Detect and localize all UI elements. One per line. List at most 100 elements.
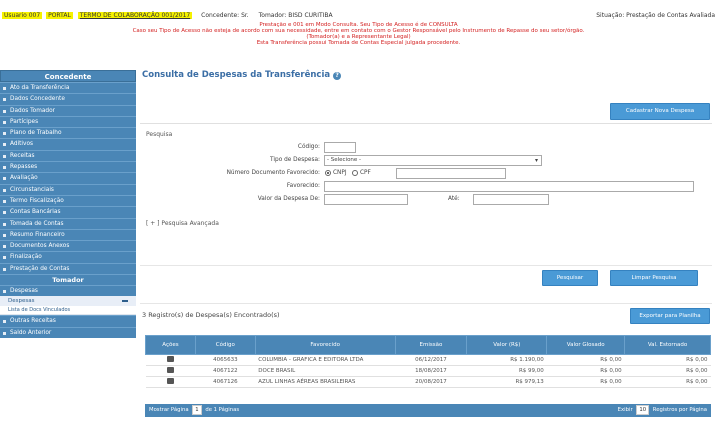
user-badge: Usuario 007 (2, 12, 43, 19)
sidebar-item[interactable]: Resumo Financeiro (0, 228, 136, 241)
cell-estornado: R$ 0,00 (624, 354, 711, 366)
cell-valor: R$ 1.190,00 (466, 354, 547, 366)
valor-to-input[interactable] (473, 194, 549, 205)
col-glosado[interactable]: Valor Glosado (546, 335, 626, 355)
per-page-select[interactable]: 10 (636, 405, 650, 415)
col-valor[interactable]: Valor (R$) (466, 335, 548, 355)
page-select[interactable]: 1 (192, 405, 202, 415)
cnpj-radio[interactable] (325, 170, 331, 176)
numero-label: Número Documento Favorecido: (226, 170, 320, 176)
view-document-icon[interactable] (166, 356, 174, 362)
sidebar-subitem-label: Despesas (8, 298, 35, 305)
sidebar-item[interactable]: Dados Concedente (0, 93, 136, 105)
field-row-valor: Valor da Despesa De: Até: (140, 194, 712, 205)
cell-codigo: 4067122 (195, 365, 256, 377)
sidebar-subitem-despesas[interactable]: Despesas (0, 296, 136, 307)
sidebar-item[interactable]: Repasses (0, 161, 136, 173)
row-actions-cell (145, 365, 196, 377)
cell-glosado: R$ 0,00 (546, 354, 625, 366)
show-page-label: Mostrar Página (149, 407, 189, 413)
sidebar-item[interactable]: Aditivos (0, 138, 136, 150)
cell-emissao: 18/08/2017 (395, 365, 467, 377)
new-expense-button[interactable]: Cadastrar Nova Despesa (610, 103, 710, 120)
valor-label: Valor da Despesa De: (257, 196, 320, 202)
cell-favorecido: DOCE BRASIL (255, 365, 396, 377)
cell-valor: R$ 99,00 (466, 365, 547, 377)
col-emissao[interactable]: Emissão (394, 335, 468, 355)
row-actions-cell (145, 354, 196, 366)
col-favorecido[interactable]: Favorecido (254, 335, 396, 355)
sidebar-item[interactable]: Dados Tomador (0, 104, 136, 116)
top-header: Usuario 007 PORTAL TERMO DE COLABORAÇÃO … (0, 0, 717, 48)
expenses-table: Ações Código Favorecido Emissão Valor (R… (145, 335, 711, 388)
sidebar-item-outras-receitas[interactable]: Outras Receitas (0, 315, 136, 327)
row-actions-cell (145, 376, 196, 388)
cell-codigo: 4065633 (195, 354, 256, 366)
favorecido-input[interactable] (324, 181, 694, 192)
sidebar-item[interactable]: Receitas (0, 149, 136, 162)
col-acoes: Ações (145, 335, 196, 355)
main-content: Consulta de Despesas da Transferência? C… (140, 70, 712, 423)
field-row-numero: Número Documento Favorecido: CNPJ CPF (140, 168, 712, 179)
codigo-input[interactable] (324, 142, 356, 153)
export-spreadsheet-button[interactable]: Exportar para Planilha (630, 308, 710, 324)
header-info-line: Usuario 007 PORTAL TERMO DE COLABORAÇÃO … (2, 12, 715, 22)
cell-favorecido: AZUL LINHAS AÉREAS BRASILEIRAS (255, 376, 396, 388)
portal-label[interactable]: PORTAL (46, 12, 73, 19)
cell-glosado: R$ 0,00 (546, 376, 625, 388)
situation-text: Situação: Prestação de Contas Avaliada (596, 12, 715, 19)
sidebar-item[interactable]: Plano de Trabalho (0, 127, 136, 139)
view-document-icon[interactable] (166, 367, 174, 373)
sidebar-item[interactable]: Partícipes (0, 115, 136, 128)
table-row[interactable]: 4067122 DOCE BRASIL 18/08/2017 R$ 99,00 R$ 0… (145, 365, 711, 377)
sidebar-section-tomador: Tomador (0, 274, 136, 286)
valor-from-input[interactable] (324, 194, 408, 205)
table-header-row: Ações Código Favorecido Emissão Valor (R… (145, 335, 711, 355)
col-codigo[interactable]: Código (194, 335, 256, 355)
sidebar-item[interactable]: Documentos Anexos (0, 240, 136, 252)
sidebar-item[interactable]: Contas Bancárias (0, 206, 136, 218)
sidebar-item[interactable]: Prestação de Contas (0, 262, 136, 275)
clear-search-button[interactable]: Limpar Pesquisa (610, 270, 698, 286)
advanced-search-toggle[interactable]: [ + ] Pesquisa Avançada (146, 220, 219, 227)
table-row[interactable]: 4067126 AZUL LINHAS AÉREAS BRASILEIRAS 20/… (145, 376, 711, 388)
cell-valor: R$ 979,13 (466, 376, 547, 388)
tomador-text: Tomador: BISD CURITIBA (258, 12, 333, 19)
sidebar-item[interactable]: Avaliação (0, 172, 136, 184)
pagination-left: Mostrar Página 1 de 1 Páginas (149, 404, 239, 417)
field-row-tipo: Tipo de Despesa: - Selecione - (140, 155, 712, 166)
tipo-select[interactable]: - Selecione - (324, 155, 542, 166)
search-filter-panel: Pesquisa Código: Tipo de Despesa: - Sele… (140, 123, 712, 243)
cpf-label: CPF (360, 170, 371, 176)
page-count-label: de 1 Páginas (205, 407, 240, 413)
field-row-codigo: Código: (140, 142, 712, 153)
sidebar-item[interactable]: Termo Fiscalização (0, 194, 136, 207)
sidebar-item[interactable]: Circunstanciais (0, 183, 136, 195)
per-page-label: Registros por Página (652, 407, 707, 413)
sidebar-item-saldo-anterior[interactable]: Saldo Anterior (0, 326, 136, 338)
cell-emissao: 20/08/2017 (395, 376, 467, 388)
sidebar-header: Concedente (0, 70, 136, 82)
field-row-favorecido: Favorecido: (140, 181, 712, 192)
view-document-icon[interactable] (166, 378, 174, 384)
sidebar-item[interactable]: Finalização (0, 251, 136, 263)
sidebar-item[interactable]: Tomada de Contas (0, 217, 136, 229)
warning-line-4: Esta Transferência possui Tomada de Cont… (256, 40, 461, 46)
help-icon[interactable]: ? (333, 72, 342, 80)
sidebar-subitem-docs[interactable]: Lista de Docs Vinculados (0, 306, 136, 316)
cell-favorecido: COLUMBIA - GRAFICA E EDITORA LTDA (255, 354, 396, 366)
numero-input[interactable] (396, 168, 506, 179)
page-title: Consulta de Despesas da Transferência? (142, 70, 342, 80)
sidebar-item-despesas[interactable]: Despesas (0, 285, 136, 297)
instrument-label[interactable]: TERMO DE COLABORAÇÃO 001/2017 (77, 12, 193, 19)
ate-label: Até: (448, 196, 460, 202)
filter-legend: Pesquisa (146, 131, 173, 138)
col-estornado[interactable]: Val. Estornado (624, 335, 711, 355)
sidebar-item[interactable]: Ato da Transferência (0, 82, 136, 94)
search-button[interactable]: Pesquisar (542, 270, 598, 286)
results-bar: 3 Registro(s) de Despesa(s) Encontrado(s… (140, 303, 712, 324)
table-row[interactable]: 4065633 COLUMBIA - GRAFICA E EDITORA LTDA… (145, 354, 711, 366)
cell-codigo: 4067126 (195, 376, 256, 388)
codigo-label: Código: (297, 144, 320, 150)
cpf-radio[interactable] (352, 170, 358, 176)
